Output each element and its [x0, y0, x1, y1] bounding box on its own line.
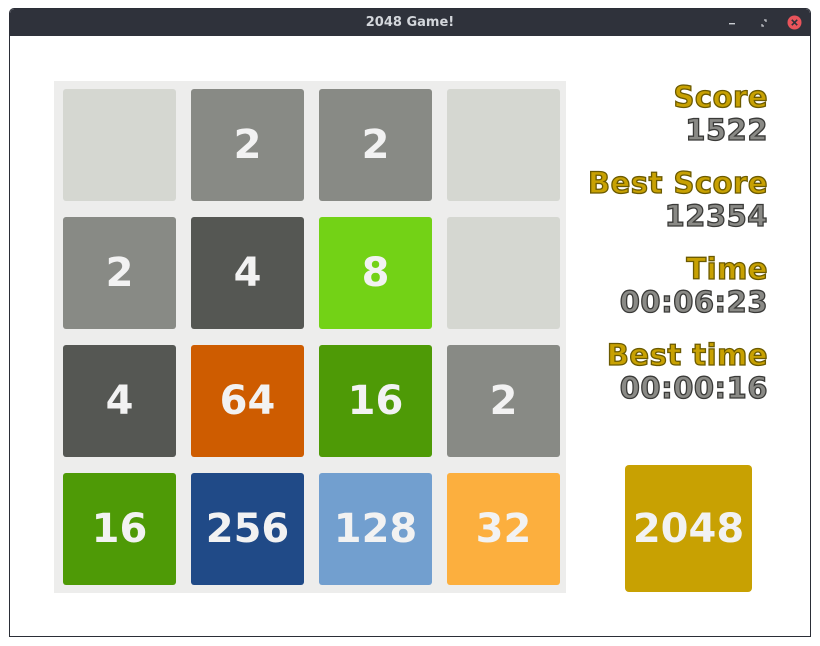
game-area: 2 2 2 4 8 4 64 16 2 16 256 128 32 Score 1522 Best Sc…: [10, 36, 810, 636]
stats-panel: Score 1522 Best Score 12354 Time 00:06:2…: [570, 80, 769, 425]
tile-4: 4: [63, 345, 176, 457]
tile-256: 256: [191, 473, 304, 585]
best-score-label: Best Score: [587, 166, 768, 200]
minimize-icon: [728, 22, 735, 24]
tile-2: 2: [447, 345, 560, 457]
best-score-group: Best Score 12354: [570, 166, 768, 233]
title-bar[interactable]: 2048 Game!: [10, 9, 810, 36]
goal-tile-2048: 2048: [625, 465, 752, 592]
window-title: 2048 Game!: [365, 15, 455, 30]
best-score-value: 12354: [664, 198, 768, 233]
tile-128: 128: [319, 473, 432, 585]
tile-16: 16: [319, 345, 432, 457]
minimize-button[interactable]: [724, 15, 739, 30]
score-group: Score 1522: [570, 80, 769, 147]
game-board[interactable]: 2 2 2 4 8 4 64 16 2 16 256 128 32: [54, 81, 566, 593]
tile-empty: [447, 89, 560, 201]
score-value: 1522: [685, 112, 769, 147]
game-window: 2048 Game! 2 2 2 4 8 4 64 16 2 16 256 128 32 Score 1…: [9, 8, 811, 637]
best-time-label: Best time: [606, 338, 768, 372]
tile-4: 4: [191, 217, 304, 329]
tile-16: 16: [63, 473, 176, 585]
tile-32: 32: [447, 473, 560, 585]
tile-empty: [447, 217, 560, 329]
tile-2: 2: [319, 89, 432, 201]
tile-2: 2: [63, 217, 176, 329]
maximize-icon: [760, 18, 767, 27]
close-icon: [787, 15, 802, 30]
maximize-button[interactable]: [756, 15, 771, 30]
time-group: Time 00:06:23: [570, 252, 768, 319]
best-time-value: 00:00:16: [619, 370, 768, 405]
score-label: Score: [673, 80, 768, 114]
tile-64: 64: [191, 345, 304, 457]
tile-empty: [63, 89, 176, 201]
time-label: Time: [686, 252, 768, 286]
tile-2: 2: [191, 89, 304, 201]
time-value: 00:06:23: [619, 284, 768, 319]
best-time-group: Best time 00:00:16: [570, 338, 768, 405]
close-button[interactable]: [787, 15, 802, 30]
tile-8: 8: [319, 217, 432, 329]
